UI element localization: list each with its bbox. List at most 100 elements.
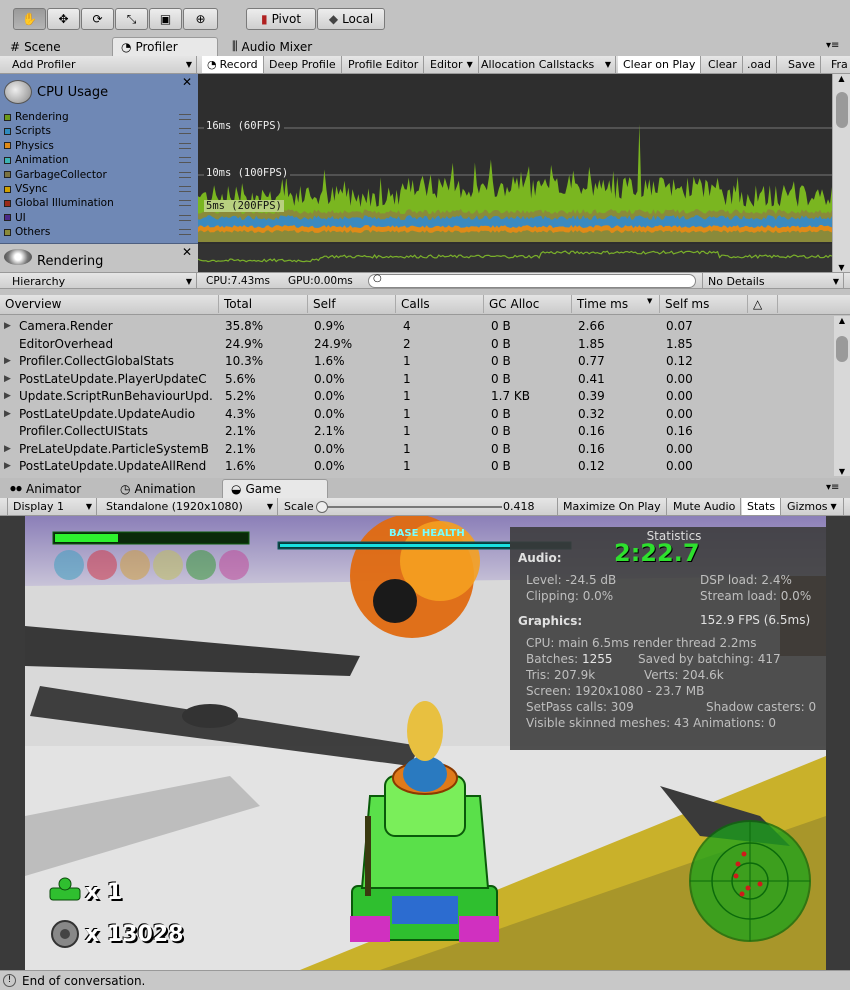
drag-handle-icon[interactable]	[179, 229, 191, 236]
drag-handle-icon[interactable]	[179, 186, 191, 192]
legend-swatch[interactable]	[4, 142, 11, 150]
legend-swatch[interactable]	[4, 171, 11, 179]
drag-handle-icon[interactable]	[179, 214, 191, 221]
window-menu-icon[interactable]: ▾≡	[826, 482, 839, 493]
table-row[interactable]: Profiler.CollectUIStats 2.1% 2.1% 1 0 B 0.16 0…	[0, 423, 834, 441]
header-self-ms[interactable]: Self ms	[660, 295, 748, 313]
legend-item[interactable]: Scripts	[4, 124, 194, 138]
drag-handle-icon[interactable]	[179, 142, 191, 149]
table-row[interactable]: ▶ Camera.Render 35.8% 0.9% 4 0 B 2.66 0.07	[0, 318, 834, 336]
legend-item[interactable]: UI	[4, 211, 194, 225]
maximize-on-play-button[interactable]: Maximize On Play	[557, 498, 667, 515]
local-button[interactable]: ◆ Local	[317, 8, 385, 30]
window-menu-icon[interactable]: ▾≡	[826, 40, 839, 51]
header-gc-alloc[interactable]: GC Alloc	[484, 295, 572, 313]
legend-item[interactable]: GarbageCollector	[4, 168, 194, 182]
graph-scrollbar[interactable]: ▲ ▼	[832, 74, 850, 272]
tab-profiler[interactable]: ◔ Profiler	[112, 37, 218, 56]
legend-item[interactable]: Rendering	[4, 110, 194, 124]
resolution-dropdown[interactable]: Standalone (1920x1080) ▼	[101, 498, 278, 515]
legend-swatch[interactable]	[4, 214, 11, 222]
transform-tool-button[interactable]: ⊕	[183, 8, 218, 30]
close-icon[interactable]: ✕	[182, 75, 192, 89]
legend-item[interactable]: Animation	[4, 153, 194, 167]
table-row[interactable]: ▶ Update.ScriptRunBehaviourUpd. 5.2% 0.0% 1 1…	[0, 388, 834, 406]
add-profiler-dropdown[interactable]: Add Profiler ▼	[7, 56, 197, 73]
rendering-module[interactable]: Rendering ✕	[0, 244, 198, 272]
cpu-usage-module[interactable]: CPU Usage ✕ Rendering Scripts Physics Anima…	[0, 74, 198, 244]
legend-swatch[interactable]	[4, 199, 11, 207]
legend-swatch[interactable]	[4, 185, 11, 193]
header-total[interactable]: Total	[219, 295, 308, 313]
expand-arrow-icon[interactable]: ▶	[4, 461, 11, 471]
expand-arrow-icon[interactable]: ▶	[4, 321, 11, 331]
legend-item[interactable]: Physics	[4, 139, 194, 153]
legend-item[interactable]: Others	[4, 225, 194, 239]
drag-handle-icon[interactable]	[179, 128, 191, 135]
scale-slider-thumb[interactable]	[316, 501, 328, 513]
hand-tool-button[interactable]: ✋	[13, 8, 46, 30]
drag-handle-icon[interactable]	[179, 114, 191, 120]
scroll-down-icon[interactable]: ▼	[834, 467, 850, 476]
table-row[interactable]: ▶ PostLateUpdate.PlayerUpdateC 5.6% 0.0% 1 0 …	[0, 371, 834, 389]
view-dropdown[interactable]: Hierarchy ▼	[7, 273, 197, 290]
tab-game[interactable]: ◒ Game	[222, 479, 328, 498]
rect-tool-button[interactable]: ▣	[149, 8, 182, 30]
scroll-thumb[interactable]	[836, 92, 848, 128]
scroll-up-icon[interactable]: ▲	[834, 316, 850, 325]
record-button[interactable]: ◔ Record	[202, 56, 264, 73]
scroll-up-icon[interactable]: ▲	[833, 74, 850, 83]
drag-handle-icon[interactable]	[179, 171, 191, 178]
editor-target-dropdown[interactable]: Editor ▼	[425, 56, 479, 73]
scale-tool-button[interactable]: ⤡	[115, 8, 148, 30]
legend-item[interactable]: Global Illumination	[4, 196, 194, 210]
gizmos-dropdown[interactable]: Gizmos ▼	[782, 498, 844, 515]
expand-arrow-icon[interactable]: ▶	[4, 374, 11, 384]
display-dropdown[interactable]: Display 1 ▼	[7, 498, 97, 515]
move-tool-button[interactable]: ✥	[47, 8, 80, 30]
table-row[interactable]: ▶ Profiler.CollectGlobalStats 10.3% 1.6% 1 0 …	[0, 353, 834, 371]
profile-editor-button[interactable]: Profile Editor	[343, 56, 425, 73]
legend-swatch[interactable]	[4, 228, 11, 236]
clear-button[interactable]: Clear	[703, 56, 743, 73]
legend-swatch[interactable]	[4, 113, 11, 121]
load-button[interactable]: .oad	[742, 56, 777, 73]
legend-swatch[interactable]	[4, 127, 11, 135]
expand-arrow-icon[interactable]: ▶	[4, 444, 11, 454]
tab-audio-mixer[interactable]: ⫼ Audio Mixer	[224, 37, 334, 56]
stats-button[interactable]: Stats	[742, 498, 782, 515]
table-row[interactable]: EditorOverhead 24.9% 24.9% 2 0 B 1.85 1.85	[0, 336, 834, 354]
save-button[interactable]: Save	[783, 56, 822, 73]
game-view[interactable]: BASE HEALTH x 1 x 13028 Statistics 2:22.…	[0, 516, 850, 970]
warning-column-header[interactable]: △	[748, 295, 778, 313]
clear-on-play-button[interactable]: Clear on Play	[618, 56, 702, 73]
scroll-down-icon[interactable]: ▼	[833, 263, 850, 272]
header-calls[interactable]: Calls	[396, 295, 484, 313]
table-row[interactable]: ▶ PreLateUpdate.ParticleSystemB 2.1% 0.0% 1 0…	[0, 441, 834, 459]
search-input[interactable]: ○	[368, 273, 696, 288]
expand-arrow-icon[interactable]: ▶	[4, 409, 11, 419]
drag-handle-icon[interactable]	[179, 157, 191, 164]
tab-animator[interactable]: ⦁⦁ Animator	[2, 479, 107, 498]
tab-scene[interactable]: # Scene	[2, 37, 107, 56]
close-icon[interactable]: ✕	[182, 245, 192, 259]
mute-audio-button[interactable]: Mute Audio	[668, 498, 742, 515]
drag-handle-icon[interactable]	[179, 200, 191, 207]
rotate-tool-button[interactable]: ⟳	[81, 8, 114, 30]
table-row[interactable]: ▶ PostLateUpdate.UpdateAudio 4.3% 0.0% 1 0 B 0…	[0, 406, 834, 424]
table-scrollbar[interactable]: ▲ ▼	[834, 316, 850, 476]
cpu-graph[interactable]: 16ms (60FPS) 10ms (100FPS) 5ms (200FPS)	[198, 74, 832, 272]
details-dropdown[interactable]: No Details ▼	[702, 273, 844, 290]
expand-arrow-icon[interactable]: ▶	[4, 356, 11, 366]
pivot-button[interactable]: ▮ Pivot	[246, 8, 316, 30]
scroll-thumb[interactable]	[836, 336, 848, 362]
allocation-callstacks-dropdown[interactable]: Allocation Callstacks ▼	[476, 56, 616, 73]
scale-slider[interactable]	[316, 501, 502, 513]
deep-profile-button[interactable]: Deep Profile	[264, 56, 342, 73]
expand-arrow-icon[interactable]: ▶	[4, 391, 11, 401]
legend-item[interactable]: VSync	[4, 182, 194, 196]
table-row[interactable]: ▶ PostLateUpdate.UpdateAllRend 1.6% 0.0% 1 0 …	[0, 458, 834, 476]
header-self[interactable]: Self	[308, 295, 396, 313]
header-overview[interactable]: Overview	[0, 295, 219, 313]
tab-animation[interactable]: ◷ Animation	[112, 479, 218, 498]
